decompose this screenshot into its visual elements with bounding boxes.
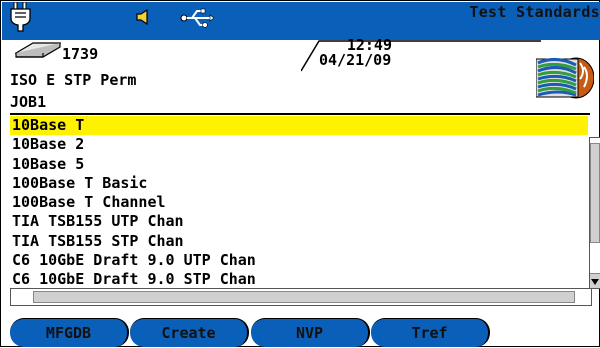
card-count: 1739 bbox=[62, 45, 99, 63]
test-limit-label: ISO E STP Perm bbox=[10, 71, 137, 89]
tref-button[interactable]: Tref bbox=[371, 318, 490, 347]
speaker-icon bbox=[136, 9, 148, 25]
job-name-label: JOB1 bbox=[10, 93, 47, 111]
header-divider bbox=[10, 113, 590, 115]
vertical-scroll-thumb[interactable] bbox=[590, 143, 600, 243]
memory-card-icon bbox=[15, 42, 61, 58]
usb-icon bbox=[180, 8, 214, 28]
scroll-down-arrow[interactable] bbox=[590, 273, 600, 288]
list-item[interactable]: 10Base 5 bbox=[10, 155, 588, 174]
list-item[interactable]: TIA TSB155 STP Chan bbox=[10, 232, 588, 251]
list-item[interactable]: 100Base T Channel bbox=[10, 193, 588, 212]
list-item[interactable]: 100Base T Basic bbox=[10, 174, 588, 193]
title-bar: Test Standards bbox=[2, 2, 600, 40]
clock-date: 04/21/09 bbox=[319, 51, 392, 69]
vertical-scrollbar[interactable] bbox=[589, 137, 600, 289]
list-item[interactable]: C6 10GbE Draft 9.0 STP Chan bbox=[10, 270, 588, 289]
list-item[interactable]: C6 10GbE Draft 9.0 UTP Chan bbox=[10, 251, 588, 270]
standards-list[interactable]: 10Base T 10Base 2 10Base 5 100Base T Basic 1… bbox=[10, 116, 590, 288]
cable-icon bbox=[536, 57, 594, 99]
mfgdb-button[interactable]: MFGDB bbox=[10, 318, 129, 347]
list-item[interactable]: TIA TSB155 UTP Chan bbox=[10, 212, 588, 231]
clock-time: 12:49 bbox=[346, 36, 392, 54]
screen-title: Test Standards bbox=[469, 3, 600, 21]
horizontal-scrollbar[interactable] bbox=[10, 288, 592, 306]
list-item[interactable]: 10Base T bbox=[10, 116, 588, 136]
power-plug-icon bbox=[10, 2, 31, 32]
horizontal-scroll-thumb[interactable] bbox=[33, 291, 575, 303]
standards-list-rows: 10Base T 10Base 2 10Base 5 100Base T Basic 1… bbox=[10, 116, 588, 290]
list-item[interactable]: 10Base 2 bbox=[10, 135, 588, 154]
create-button[interactable]: Create bbox=[130, 318, 249, 347]
nvp-button[interactable]: NVP bbox=[251, 318, 370, 347]
screen-frame: Test Standards 1739 12:49 04/21/09 ISO E… bbox=[0, 0, 600, 347]
softkey-bar: MFGDB Create NVP Tref bbox=[1, 317, 600, 348]
